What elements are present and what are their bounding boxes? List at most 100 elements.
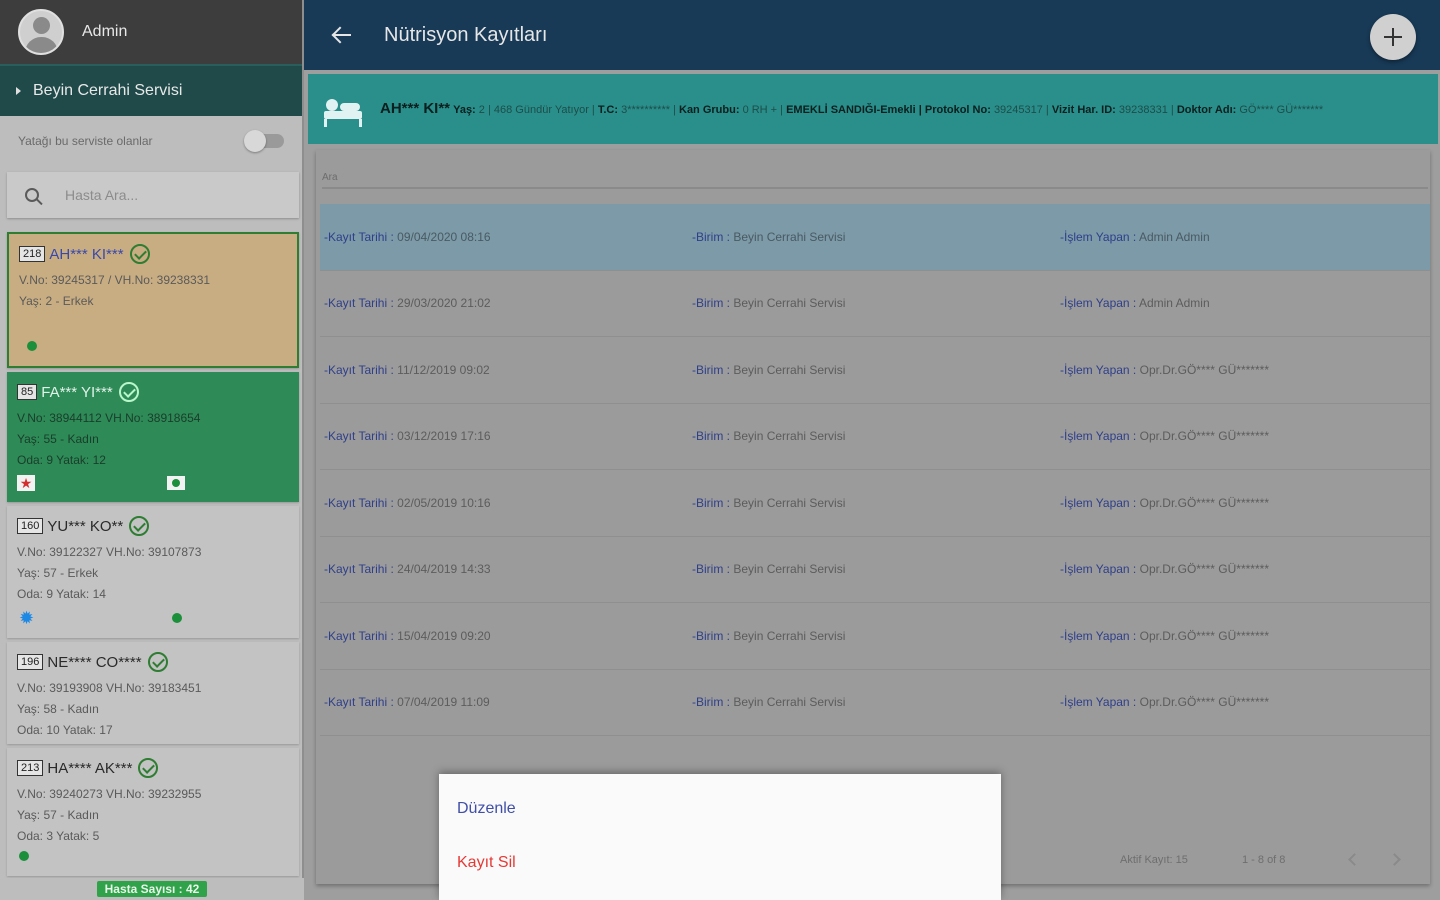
record-by: Admin Admin (1138, 229, 1210, 244)
doctor-value: GÖ**** GÜ******* (1239, 103, 1324, 116)
unit-label: -Birim : (692, 429, 730, 444)
date-label: -Kayıt Tarihi : (324, 695, 394, 710)
check-circle-icon (138, 758, 159, 778)
age-value: 2 | 468 Gündür Yatıyor | (478, 103, 595, 116)
avatar[interactable] (18, 9, 64, 55)
delete-record-button[interactable]: Kayıt Sil (457, 854, 516, 872)
protocol-value: 39245317 | (993, 103, 1049, 116)
service-name: Beyin Cerrahi Servisi (33, 82, 183, 99)
record-date: 09/04/2020 08:16 (397, 229, 491, 244)
patient-card[interactable]: 160 YU*** KO** V.No: 39122327 VH.No: 391… (7, 506, 299, 638)
unit-label: -Birim : (692, 362, 730, 377)
edit-record-button[interactable]: Düzenle (457, 800, 516, 818)
record-row[interactable]: -Kayıt Tarihi : 15/04/2019 09:20 -Birim … (320, 603, 1430, 670)
doctor-label: Doktor Adı: (1176, 103, 1237, 116)
bed-filter-label: Yatağı bu serviste olanlar (18, 134, 153, 148)
check-circle-icon (118, 382, 139, 402)
bed-number-badge: 160 (17, 518, 44, 534)
patient-room-bed: Oda: 9 Yatak: 14 (17, 587, 106, 601)
service-selector[interactable]: Beyin Cerrahi Servisi (0, 64, 302, 116)
check-circle-icon (129, 516, 150, 536)
by-label: -İşlem Yapan : (1060, 296, 1137, 311)
record-by: Opr.Dr.GÖ**** GÜ******* (1139, 362, 1269, 377)
record-unit: Beyin Cerrahi Servisi (733, 562, 846, 577)
date-label: -Kayıt Tarihi : (324, 495, 394, 510)
visit-value: 39238331 | (1118, 103, 1174, 116)
by-label: -İşlem Yapan : (1060, 229, 1137, 244)
record-unit: Beyin Cerrahi Servisi (733, 296, 846, 311)
patient-card[interactable]: 218 AH*** KI*** V.No: 39245317 / VH.No: … (7, 232, 299, 368)
patient-visit-numbers: V.No: 39193908 VH.No: 39183451 (17, 681, 202, 695)
insurance-value: EMEKLİ SANDIĞI-Emekli | (786, 103, 922, 116)
patient-visit-numbers: V.No: 38944112 VH.No: 38918654 (17, 411, 201, 425)
unit-label: -Birim : (692, 628, 730, 643)
unit-label: -Birim : (692, 495, 730, 510)
page-range: 1 - 8 of 8 (1242, 854, 1286, 866)
record-row[interactable]: -Kayıt Tarihi : 09/04/2020 08:16 -Birim … (320, 204, 1430, 271)
blood-label: Kan Grubu: (679, 103, 740, 116)
chevron-right-icon[interactable] (1388, 853, 1401, 866)
caret-right-icon (16, 87, 21, 95)
record-row[interactable]: -Kayıt Tarihi : 07/04/2019 11:09 -Birim … (320, 670, 1430, 736)
patient-search (7, 172, 299, 218)
by-label: -İşlem Yapan : (1060, 695, 1137, 710)
record-row[interactable]: -Kayıt Tarihi : 11/12/2019 09:02 -Birim … (320, 337, 1430, 404)
bed-filter-toggle[interactable] (244, 130, 284, 152)
records-list: -Kayıt Tarihi : 09/04/2020 08:16 -Birim … (320, 204, 1430, 736)
record-unit: Beyin Cerrahi Servisi (733, 628, 846, 643)
record-row[interactable]: -Kayıt Tarihi : 03/12/2019 17:16 -Birim … (320, 404, 1430, 470)
unit-label: -Birim : (692, 562, 730, 577)
patient-card[interactable]: 196 NE**** CO**** V.No: 39193908 VH.No: … (7, 642, 299, 744)
record-date: 11/12/2019 09:02 (397, 362, 490, 377)
patient-room-bed: Oda: 10 Yatak: 17 (17, 723, 113, 737)
patient-visit-numbers: V.No: 39122327 VH.No: 39107873 (17, 545, 202, 559)
tc-value: 3********** | (621, 103, 676, 116)
status-dot-icon (19, 851, 29, 861)
banner-patient-name: AH*** KI** (380, 99, 451, 117)
patient-card[interactable]: 213 HA**** AK*** V.No: 39240273 VH.No: 3… (7, 748, 299, 876)
bed-number-badge: 218 (19, 246, 46, 262)
patient-name: YU*** KO** (47, 517, 124, 535)
chevron-left-icon[interactable] (1348, 853, 1361, 866)
record-unit: Beyin Cerrahi Servisi (733, 362, 846, 377)
date-label: -Kayıt Tarihi : (324, 296, 394, 311)
check-circle-icon (129, 244, 150, 264)
user-bar: Admin (0, 0, 302, 64)
flag-icon (167, 476, 185, 490)
bed-filter-row: Yatağı bu serviste olanlar (0, 116, 302, 166)
bed-number-badge: 213 (17, 760, 44, 776)
patient-card[interactable]: 85 FA*** YI*** V.No: 38944112 VH.No: 389… (7, 372, 299, 502)
add-record-button[interactable] (1370, 14, 1416, 60)
protocol-label: Protokol No: (924, 103, 991, 116)
patient-name: AH*** KI*** (49, 245, 124, 263)
by-label: -İşlem Yapan : (1060, 429, 1137, 444)
by-label: -İşlem Yapan : (1060, 562, 1137, 577)
tc-label: T.C: (597, 103, 619, 116)
patient-info-banner: AH*** KI** Yaş: 2 | 468 Gündür Yatıyor |… (308, 74, 1438, 144)
patient-room-bed: Oda: 9 Yatak: 12 (17, 453, 106, 467)
filter-input[interactable] (322, 187, 1428, 189)
record-by: Opr.Dr.GÖ**** GÜ******* (1139, 695, 1269, 710)
record-row[interactable]: -Kayıt Tarihi : 24/04/2019 14:33 -Birim … (320, 537, 1430, 603)
record-unit: Beyin Cerrahi Servisi (733, 429, 846, 444)
check-circle-icon (147, 652, 168, 672)
patient-name: NE**** CO**** (47, 653, 142, 671)
hospital-bed-icon (320, 89, 366, 129)
record-by: Opr.Dr.GÖ**** GÜ******* (1139, 495, 1269, 510)
record-row[interactable]: -Kayıt Tarihi : 02/05/2019 10:16 -Birim … (320, 470, 1430, 537)
record-row[interactable]: -Kayıt Tarihi : 29/03/2020 21:02 -Birim … (320, 271, 1430, 337)
date-label: -Kayıt Tarihi : (324, 429, 394, 444)
status-dot-icon (172, 613, 182, 623)
search-icon (25, 188, 39, 202)
patient-count-bar: Hasta Sayısı : 42 (0, 878, 304, 900)
bed-number-badge: 85 (17, 384, 38, 400)
by-label: -İşlem Yapan : (1060, 628, 1137, 643)
patient-count-badge: Hasta Sayısı : 42 (96, 881, 208, 897)
record-date: 29/03/2020 21:02 (397, 296, 491, 311)
record-by: Admin Admin (1138, 296, 1210, 311)
patient-search-input[interactable] (65, 187, 285, 203)
record-by: Opr.Dr.GÖ**** GÜ******* (1139, 429, 1269, 444)
back-arrow-icon[interactable] (330, 23, 354, 47)
filter-label: Ara (322, 172, 338, 183)
patient-room-bed: Oda: 3 Yatak: 5 (17, 829, 100, 843)
